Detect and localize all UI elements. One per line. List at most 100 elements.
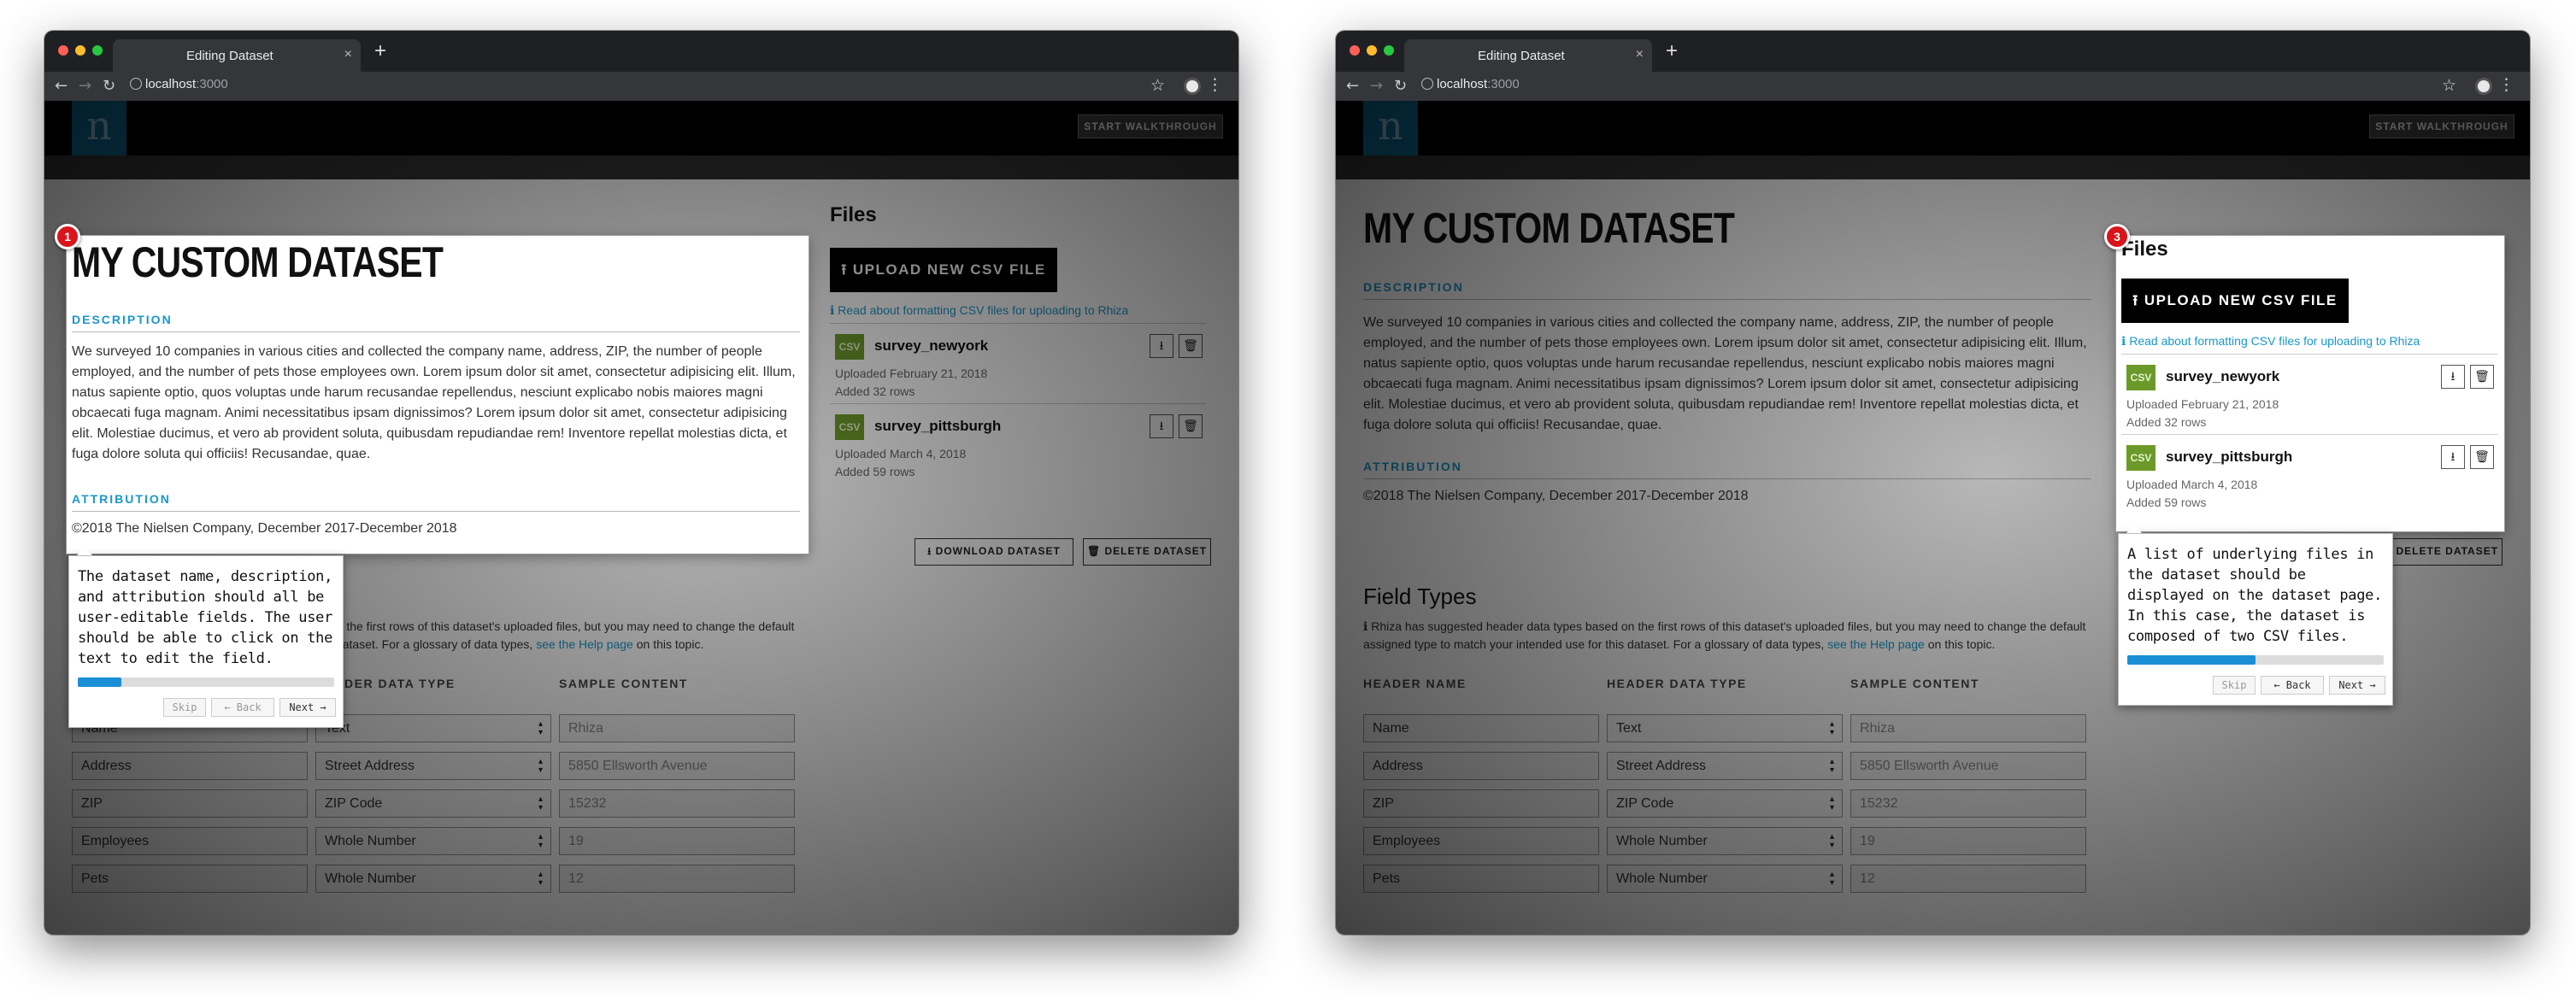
new-tab-button[interactable]: + (1666, 39, 1678, 63)
file-item: CSV survey_pittsburgh Uploaded March 4, … (2121, 434, 2497, 514)
bookmark-star-icon[interactable]: ☆ (2442, 76, 2456, 95)
reload-icon[interactable]: ↻ (103, 77, 115, 95)
maximize-window-button[interactable] (92, 45, 103, 56)
csv-file-icon: CSV (835, 334, 864, 360)
url-field[interactable]: localhost:3000 (145, 77, 228, 91)
url-host: localhost (1437, 77, 1488, 91)
data-type-select[interactable]: Whole Number (1607, 865, 1843, 893)
data-type-select[interactable]: Whole Number (315, 865, 551, 893)
back-button[interactable]: ← Back (211, 698, 274, 717)
csv-format-help-link[interactable]: ℹ Read about formatting CSV files for up… (2121, 334, 2420, 349)
back-button[interactable]: ← Back (2261, 676, 2324, 695)
info-icon[interactable] (1421, 78, 1433, 90)
forward-arrow-icon[interactable]: → (79, 77, 91, 95)
header-name-input[interactable]: Address (72, 752, 308, 780)
dataset-attribution[interactable]: ©2018 The Nielsen Company, December 2017… (72, 521, 457, 537)
info-icon[interactable] (130, 78, 142, 90)
dataset-description[interactable]: We surveyed 10 companies in various citi… (1363, 313, 2091, 436)
app-logo[interactable]: n (72, 101, 126, 155)
new-tab-button[interactable]: + (374, 39, 386, 63)
browser-window-step-3: Editing Dataset × + ← → ↻ localhost:3000 … (1336, 31, 2530, 935)
delete-dataset-button[interactable]: 🗑 DELETE DATASET (2374, 538, 2502, 566)
url-field[interactable]: localhost:3000 (1437, 77, 1520, 91)
data-type-select[interactable]: ZIP Code (315, 789, 551, 818)
file-meta: Uploaded February 21, 2018 Added 32 rows (835, 365, 987, 401)
field-types-heading: Field Types (1363, 584, 1477, 609)
close-window-button[interactable] (58, 45, 68, 56)
header-name-input[interactable]: Employees (1363, 827, 1599, 855)
header-name-input[interactable]: Address (1363, 752, 1599, 780)
files-heading: Files (830, 203, 877, 226)
header-name-input[interactable]: ZIP (72, 789, 308, 818)
file-row-count: Added 32 rows (2126, 415, 2207, 429)
delete-dataset-button[interactable]: 🗑 DELETE DATASET (1083, 538, 1211, 566)
data-type-select[interactable]: ZIP Code (1607, 789, 1843, 818)
dataset-title[interactable]: MY CUSTOM DATASET (72, 238, 444, 287)
app-logo[interactable]: n (1363, 101, 1418, 155)
maximize-window-button[interactable] (1384, 45, 1394, 56)
app-header: n START WALKTHROUGH (1336, 101, 2530, 155)
upload-csv-button[interactable]: ⭱ UPLOAD NEW CSV FILE (830, 248, 1057, 292)
start-walkthrough-button[interactable]: START WALKTHROUGH (1078, 114, 1223, 138)
download-dataset-button[interactable]: ⭳ DOWNLOAD DATASET (915, 538, 1073, 566)
tab-bar: Editing Dataset × + (44, 31, 1238, 72)
tooltip-arrow (77, 547, 92, 555)
delete-file-button[interactable]: 🗑 (1179, 334, 1203, 358)
download-file-button[interactable]: ⭳ (2441, 365, 2465, 389)
tab-close-icon[interactable]: × (344, 47, 352, 62)
browser-menu-icon[interactable]: ⋮ (2498, 75, 2514, 94)
next-button[interactable]: Next → (279, 698, 336, 717)
download-file-button[interactable]: ⭳ (1150, 334, 1173, 358)
browser-menu-icon[interactable]: ⋮ (1207, 75, 1223, 94)
dataset-attribution[interactable]: ©2018 The Nielsen Company, December 2017… (1363, 489, 1749, 504)
data-type-select[interactable]: Text (315, 714, 551, 742)
download-file-button[interactable]: ⭳ (2441, 445, 2465, 469)
sample-content-field: 5850 Ellsworth Avenue (559, 752, 795, 780)
next-button[interactable]: Next → (2329, 676, 2385, 695)
sample-content-field: 5850 Ellsworth Avenue (1850, 752, 2086, 780)
reload-icon[interactable]: ↻ (1394, 77, 1407, 95)
data-type-select[interactable]: Street Address (315, 752, 551, 780)
back-arrow-icon[interactable]: ← (55, 77, 68, 95)
upload-csv-button[interactable]: ⭱ UPLOAD NEW CSV FILE (2121, 279, 2349, 323)
data-type-select[interactable]: Text (1607, 714, 1843, 742)
header-name-input[interactable]: Employees (72, 827, 308, 855)
file-name: survey_newyork (2166, 368, 2280, 384)
header-name-input[interactable]: Pets (1363, 865, 1599, 893)
tab-title: Editing Dataset (186, 49, 273, 63)
data-type-select[interactable]: Whole Number (1607, 827, 1843, 855)
header-name-input[interactable]: Pets (72, 865, 308, 893)
header-name-input[interactable]: Name (1363, 714, 1599, 742)
minimize-window-button[interactable] (75, 45, 85, 56)
tab-title: Editing Dataset (1478, 49, 1565, 63)
tooltip-text: The dataset name, description, and attri… (78, 568, 333, 667)
close-window-button[interactable] (1350, 45, 1360, 56)
minimize-window-button[interactable] (1367, 45, 1377, 56)
data-type-select[interactable]: Street Address (1607, 752, 1843, 780)
help-page-link[interactable]: see the Help page (1827, 637, 1925, 651)
browser-window-step-1: Editing Dataset × + ← → ↻ localhost:3000 … (44, 31, 1238, 935)
dataset-description[interactable]: We surveyed 10 companies in various citi… (72, 342, 800, 465)
tab-close-icon[interactable]: × (1636, 47, 1644, 62)
dataset-title[interactable]: MY CUSTOM DATASET (1363, 203, 1735, 253)
bookmark-star-icon[interactable]: ☆ (1150, 76, 1165, 95)
csv-format-help-link[interactable]: ℹ Read about formatting CSV files for up… (830, 303, 1128, 318)
start-walkthrough-button[interactable]: START WALKTHROUGH (2369, 114, 2514, 138)
browser-tab[interactable]: Editing Dataset × (113, 39, 361, 72)
help-page-link[interactable]: see the Help page (536, 637, 633, 651)
download-file-button[interactable]: ⭳ (1150, 414, 1173, 438)
header-name-input[interactable]: ZIP (1363, 789, 1599, 818)
skip-button[interactable]: Skip (2213, 676, 2255, 695)
data-type-select[interactable]: Whole Number (315, 827, 551, 855)
account-avatar-icon[interactable] (1184, 78, 1201, 95)
delete-file-button[interactable]: 🗑 (1179, 414, 1203, 438)
account-avatar-icon[interactable] (2475, 78, 2492, 95)
description-heading: DESCRIPTION (1363, 280, 2091, 300)
file-row-count: Added 59 rows (2126, 496, 2207, 509)
back-arrow-icon[interactable]: ← (1346, 77, 1359, 95)
skip-button[interactable]: Skip (163, 698, 206, 717)
delete-file-button[interactable]: 🗑 (2470, 445, 2494, 469)
browser-tab[interactable]: Editing Dataset × (1404, 39, 1652, 72)
delete-file-button[interactable]: 🗑 (2470, 365, 2494, 389)
forward-arrow-icon[interactable]: → (1370, 77, 1383, 95)
